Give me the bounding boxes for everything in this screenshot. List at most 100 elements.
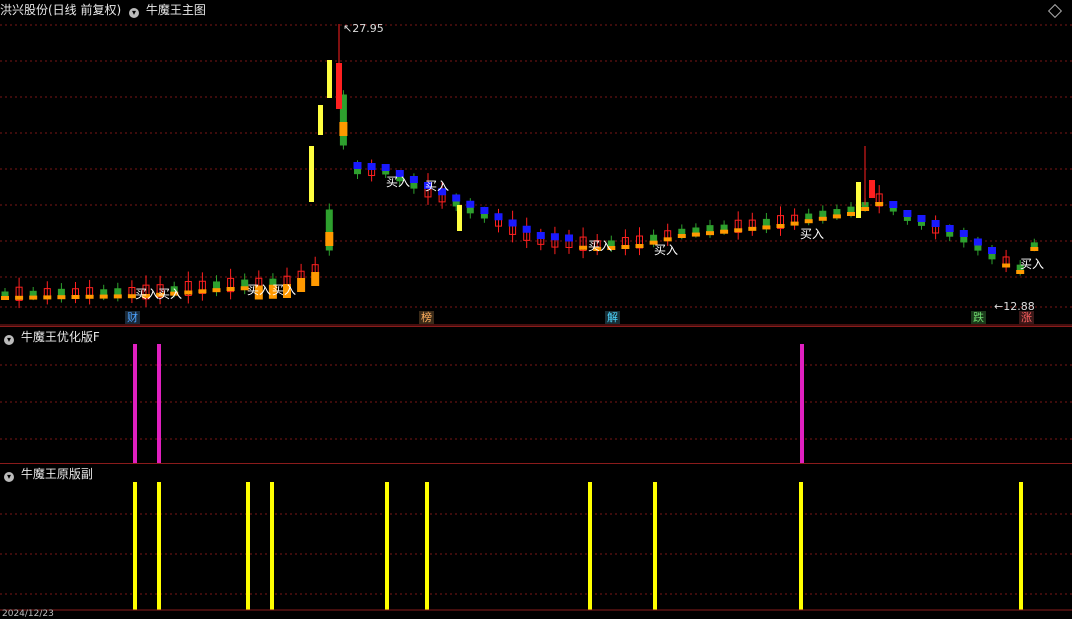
trend-band	[931, 220, 940, 227]
trend-band	[579, 245, 588, 250]
main-chart-pane[interactable]: 洪兴股份(日线 前复权) ▾ 牛魔王主图 ↖27.95 ←12.88 买入 买入 买入买…	[0, 0, 1072, 326]
trend-band	[409, 176, 418, 183]
signal-bars-magenta	[0, 344, 1072, 463]
trend-band	[311, 272, 320, 286]
trend-band	[677, 234, 686, 238]
high-price-label: ↖27.95	[343, 22, 384, 35]
candle-body	[29, 290, 37, 297]
surge-bar	[457, 205, 462, 231]
trend-band	[29, 295, 38, 300]
trend-band	[720, 229, 729, 234]
trend-band	[381, 164, 390, 171]
trend-band	[522, 225, 531, 233]
signal-bar	[1019, 482, 1023, 610]
surge-bar	[327, 60, 332, 98]
trend-band	[452, 194, 461, 202]
trend-band	[903, 210, 912, 217]
candle-body	[692, 227, 700, 234]
trend-band	[748, 226, 757, 231]
buy-signal-label: 买入	[272, 283, 296, 297]
trend-band	[339, 122, 348, 136]
trend-band	[917, 215, 926, 222]
buy-signal-label: 买入	[1020, 257, 1044, 271]
signal-bar	[157, 344, 161, 463]
trend-band	[85, 294, 94, 299]
signal-bar	[133, 344, 137, 463]
signal-bar	[270, 482, 274, 610]
signal-bar	[588, 482, 592, 610]
trend-band	[550, 233, 559, 241]
trend-band	[762, 225, 771, 230]
trend-band	[889, 201, 898, 208]
trend-band	[861, 207, 870, 211]
buy-signal-label: 买入	[247, 283, 271, 297]
surge-bar	[336, 63, 342, 109]
event-tag-fall[interactable]: 跌	[971, 311, 986, 324]
buy-signal-label: 买入	[135, 287, 159, 301]
trend-band	[734, 228, 743, 233]
event-tag-rise[interactable]: 涨	[1019, 311, 1034, 324]
buy-signal-label: 买入	[588, 239, 612, 253]
trend-band	[536, 232, 545, 239]
candlestick-chart[interactable]: ↖27.95←12.88买入买入 买入 买入买入 买入买入 买入买入买入	[0, 0, 1072, 326]
sub-pane-original[interactable]: ▾ 牛魔王原版副	[0, 464, 1072, 618]
signal-bar	[385, 482, 389, 610]
trend-band	[1030, 247, 1039, 251]
trend-band	[776, 224, 785, 228]
candle-body	[100, 289, 108, 296]
candle-body	[1, 291, 9, 297]
trend-band	[57, 295, 66, 300]
trend-band	[99, 294, 108, 299]
trend-band	[973, 238, 982, 246]
signal-bars-yellow	[0, 482, 1072, 611]
trend-band	[353, 162, 362, 169]
signal-bar	[799, 482, 803, 610]
candle-body	[1030, 242, 1038, 248]
trend-band	[184, 290, 193, 295]
trend-band	[15, 295, 24, 300]
trend-band	[1002, 263, 1011, 268]
trend-band	[71, 295, 80, 299]
trend-band	[198, 289, 207, 294]
trend-band	[790, 221, 799, 226]
candle-body	[847, 206, 855, 214]
candle-body	[678, 228, 686, 236]
date-axis-label: 2024/12/23	[2, 609, 54, 619]
trend-band	[113, 294, 122, 299]
trend-band	[226, 287, 235, 291]
surge-bar	[856, 182, 861, 218]
trend-band	[959, 230, 968, 237]
buy-signal-label: 买入	[386, 175, 410, 189]
buy-signal-label: 买入	[654, 243, 678, 257]
signal-bar	[425, 482, 429, 610]
trend-band	[367, 163, 376, 170]
buy-signal-label: 买入	[800, 227, 824, 241]
trend-band	[847, 212, 855, 216]
trend-band	[621, 245, 630, 249]
signal-bar	[133, 482, 137, 610]
surge-bar	[869, 180, 875, 198]
trend-band	[875, 202, 884, 206]
trend-band	[691, 232, 700, 237]
event-tag-rank[interactable]: 榜	[419, 311, 434, 324]
trend-band	[466, 200, 475, 208]
trend-band	[325, 232, 334, 246]
trend-band	[508, 219, 517, 227]
candle-body	[720, 224, 728, 231]
signal-bar	[800, 344, 804, 463]
trend-band	[832, 214, 841, 219]
buy-signal-label: 买入	[425, 179, 449, 193]
trend-band	[297, 278, 306, 292]
surge-bar	[309, 146, 314, 202]
event-tag-finance[interactable]: 财	[125, 311, 140, 324]
signal-bar	[157, 482, 161, 610]
trend-band	[1, 296, 9, 300]
trend-band	[804, 219, 813, 224]
trend-band	[43, 295, 52, 300]
sub-pane-optimized[interactable]: ▾ 牛魔王优化版F	[0, 327, 1072, 463]
signal-bar	[246, 482, 250, 610]
event-tag-unlock[interactable]: 解	[605, 311, 620, 324]
trend-band	[212, 288, 221, 293]
buy-signal-label: 买入	[158, 287, 182, 301]
trend-band	[494, 213, 503, 221]
